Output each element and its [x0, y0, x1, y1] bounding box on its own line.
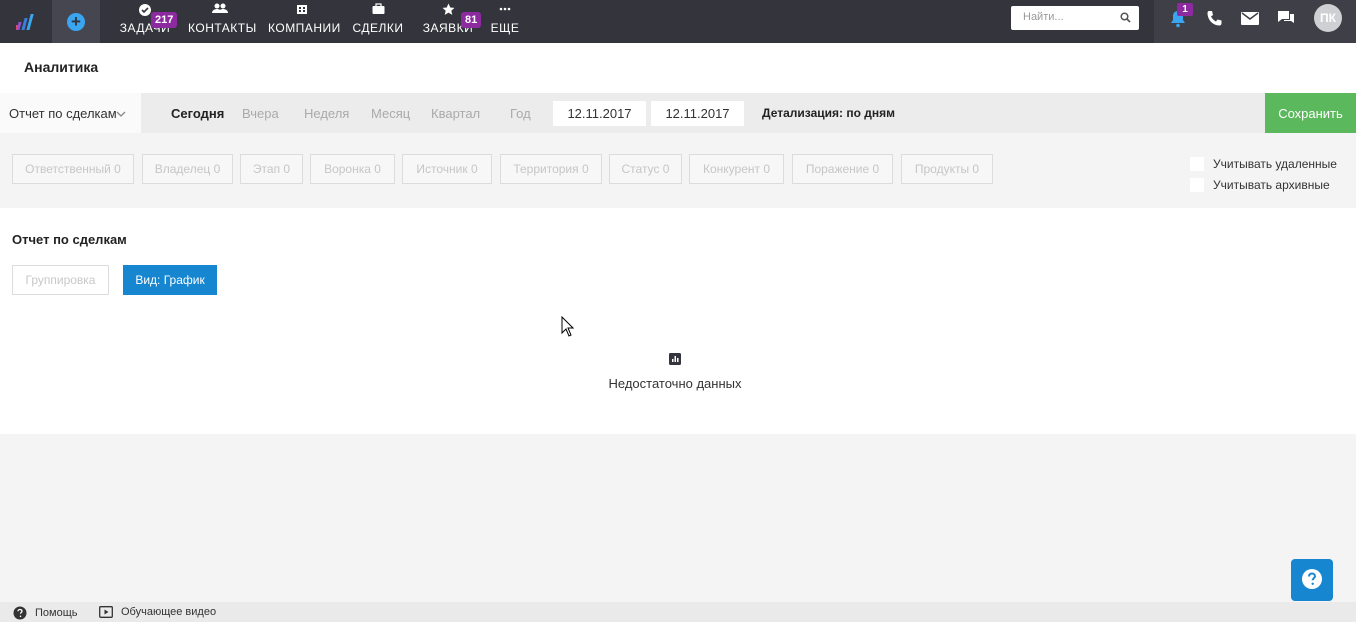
- help-circle-icon: [13, 606, 27, 620]
- nav-companies[interactable]: КОМПАНИИ: [268, 0, 341, 43]
- chip-status[interactable]: Статус 0: [609, 154, 682, 184]
- period-year[interactable]: Год: [510, 106, 531, 121]
- footer-video-link[interactable]: Обучающее видео: [99, 606, 216, 618]
- nav-deals[interactable]: СДЕЛКИ: [352, 0, 404, 43]
- date-to-input[interactable]: [651, 101, 744, 126]
- chip-stage[interactable]: Этап 0: [240, 154, 303, 184]
- include-archived-checkbox[interactable]: [1190, 178, 1204, 192]
- filter-bar: Отчет по сделкам Сегодня Вчера Неделя Ме…: [0, 93, 1356, 133]
- chip-funnel[interactable]: Воронка 0: [310, 154, 395, 184]
- period-quarter[interactable]: Квартал: [431, 106, 480, 121]
- chip-defeat[interactable]: Поражение 0: [792, 154, 893, 184]
- search-icon: [1120, 11, 1131, 26]
- nav-deals-label: СДЕЛКИ: [352, 21, 404, 35]
- building-icon: [268, 3, 335, 17]
- report-type-value: Отчет по сделкам: [9, 106, 117, 121]
- nav-contacts-label: КОНТАКТЫ: [188, 21, 257, 35]
- include-archived-option[interactable]: Учитывать архивные: [1190, 178, 1330, 192]
- people-icon: [188, 3, 251, 17]
- avatar[interactable]: ПК: [1314, 4, 1342, 32]
- save-button[interactable]: Сохранить: [1265, 93, 1356, 133]
- chip-owner[interactable]: Владелец 0: [142, 154, 233, 184]
- footer-help-label: Помощь: [35, 607, 78, 619]
- include-deleted-label: Учитывать удаленные: [1213, 157, 1337, 171]
- search-input[interactable]: Найти...: [1011, 6, 1139, 30]
- chip-products[interactable]: Продукты 0: [901, 154, 993, 184]
- notifications-badge: 1: [1177, 3, 1193, 16]
- search-placeholder: Найти...: [1023, 11, 1064, 23]
- report-title: Отчет по сделкам: [12, 232, 127, 247]
- plus-icon: +: [67, 12, 85, 31]
- date-from-input[interactable]: [553, 101, 646, 126]
- period-today[interactable]: Сегодня: [171, 106, 224, 121]
- tasks-badge: 217: [151, 12, 178, 28]
- page-title: Аналитика: [24, 59, 99, 75]
- nav-more[interactable]: ЕЩЕ: [490, 0, 520, 43]
- filter-chips: Ответственный 0 Владелец 0 Этап 0 Воронк…: [0, 133, 1356, 208]
- period-week[interactable]: Неделя: [304, 106, 349, 121]
- mouse-cursor-icon: [561, 315, 575, 340]
- requests-badge: 81: [461, 12, 482, 28]
- footer-help-link[interactable]: Помощь: [13, 606, 78, 620]
- mail-icon[interactable]: [1241, 12, 1259, 28]
- nav-contacts[interactable]: КОНТАКТЫ: [188, 0, 257, 43]
- detail-selector[interactable]: Детализация: по дням: [762, 106, 895, 120]
- include-deleted-option[interactable]: Учитывать удаленные: [1190, 157, 1337, 171]
- briefcase-icon: [352, 3, 404, 17]
- footer-video-label: Обучающее видео: [121, 606, 217, 618]
- chat-icon[interactable]: [1277, 10, 1295, 30]
- video-icon: [99, 606, 113, 618]
- report-type-select[interactable]: Отчет по сделкам: [0, 93, 141, 133]
- include-deleted-checkbox[interactable]: [1190, 157, 1204, 171]
- chip-territory[interactable]: Территория 0: [500, 154, 602, 184]
- include-archived-label: Учитывать архивные: [1213, 178, 1330, 192]
- view-mode-button[interactable]: Вид: График: [123, 265, 217, 295]
- phone-icon[interactable]: [1206, 10, 1223, 30]
- chart-icon: [669, 353, 681, 368]
- chip-source[interactable]: Источник 0: [402, 154, 492, 184]
- grouping-button[interactable]: Группировка: [12, 265, 109, 295]
- chevron-down-icon: [116, 107, 126, 122]
- logo-icon[interactable]: [0, 0, 52, 43]
- period-month[interactable]: Месяц: [371, 106, 410, 121]
- empty-state-text: Недостаточно данных: [608, 376, 742, 391]
- nav-more-label: ЕЩЕ: [490, 21, 520, 35]
- top-navbar: + ЗАДАЧИ 217 КОНТАКТЫ КОМПАНИИ СДЕЛКИ ЗА…: [0, 0, 1356, 43]
- report-card: Отчет по сделкам Группировка Вид: График…: [0, 208, 1356, 434]
- more-icon: [490, 3, 520, 17]
- question-icon: [1301, 568, 1323, 593]
- page-header: Аналитика: [0, 43, 1356, 93]
- add-button[interactable]: +: [52, 0, 100, 43]
- period-yesterday[interactable]: Вчера: [242, 106, 279, 121]
- nav-companies-label: КОМПАНИИ: [268, 21, 341, 35]
- chip-responsible[interactable]: Ответственный 0: [12, 154, 134, 184]
- help-button[interactable]: [1291, 559, 1333, 601]
- chip-competitor[interactable]: Конкурент 0: [689, 154, 784, 184]
- footer: Помощь Обучающее видео: [0, 602, 1356, 622]
